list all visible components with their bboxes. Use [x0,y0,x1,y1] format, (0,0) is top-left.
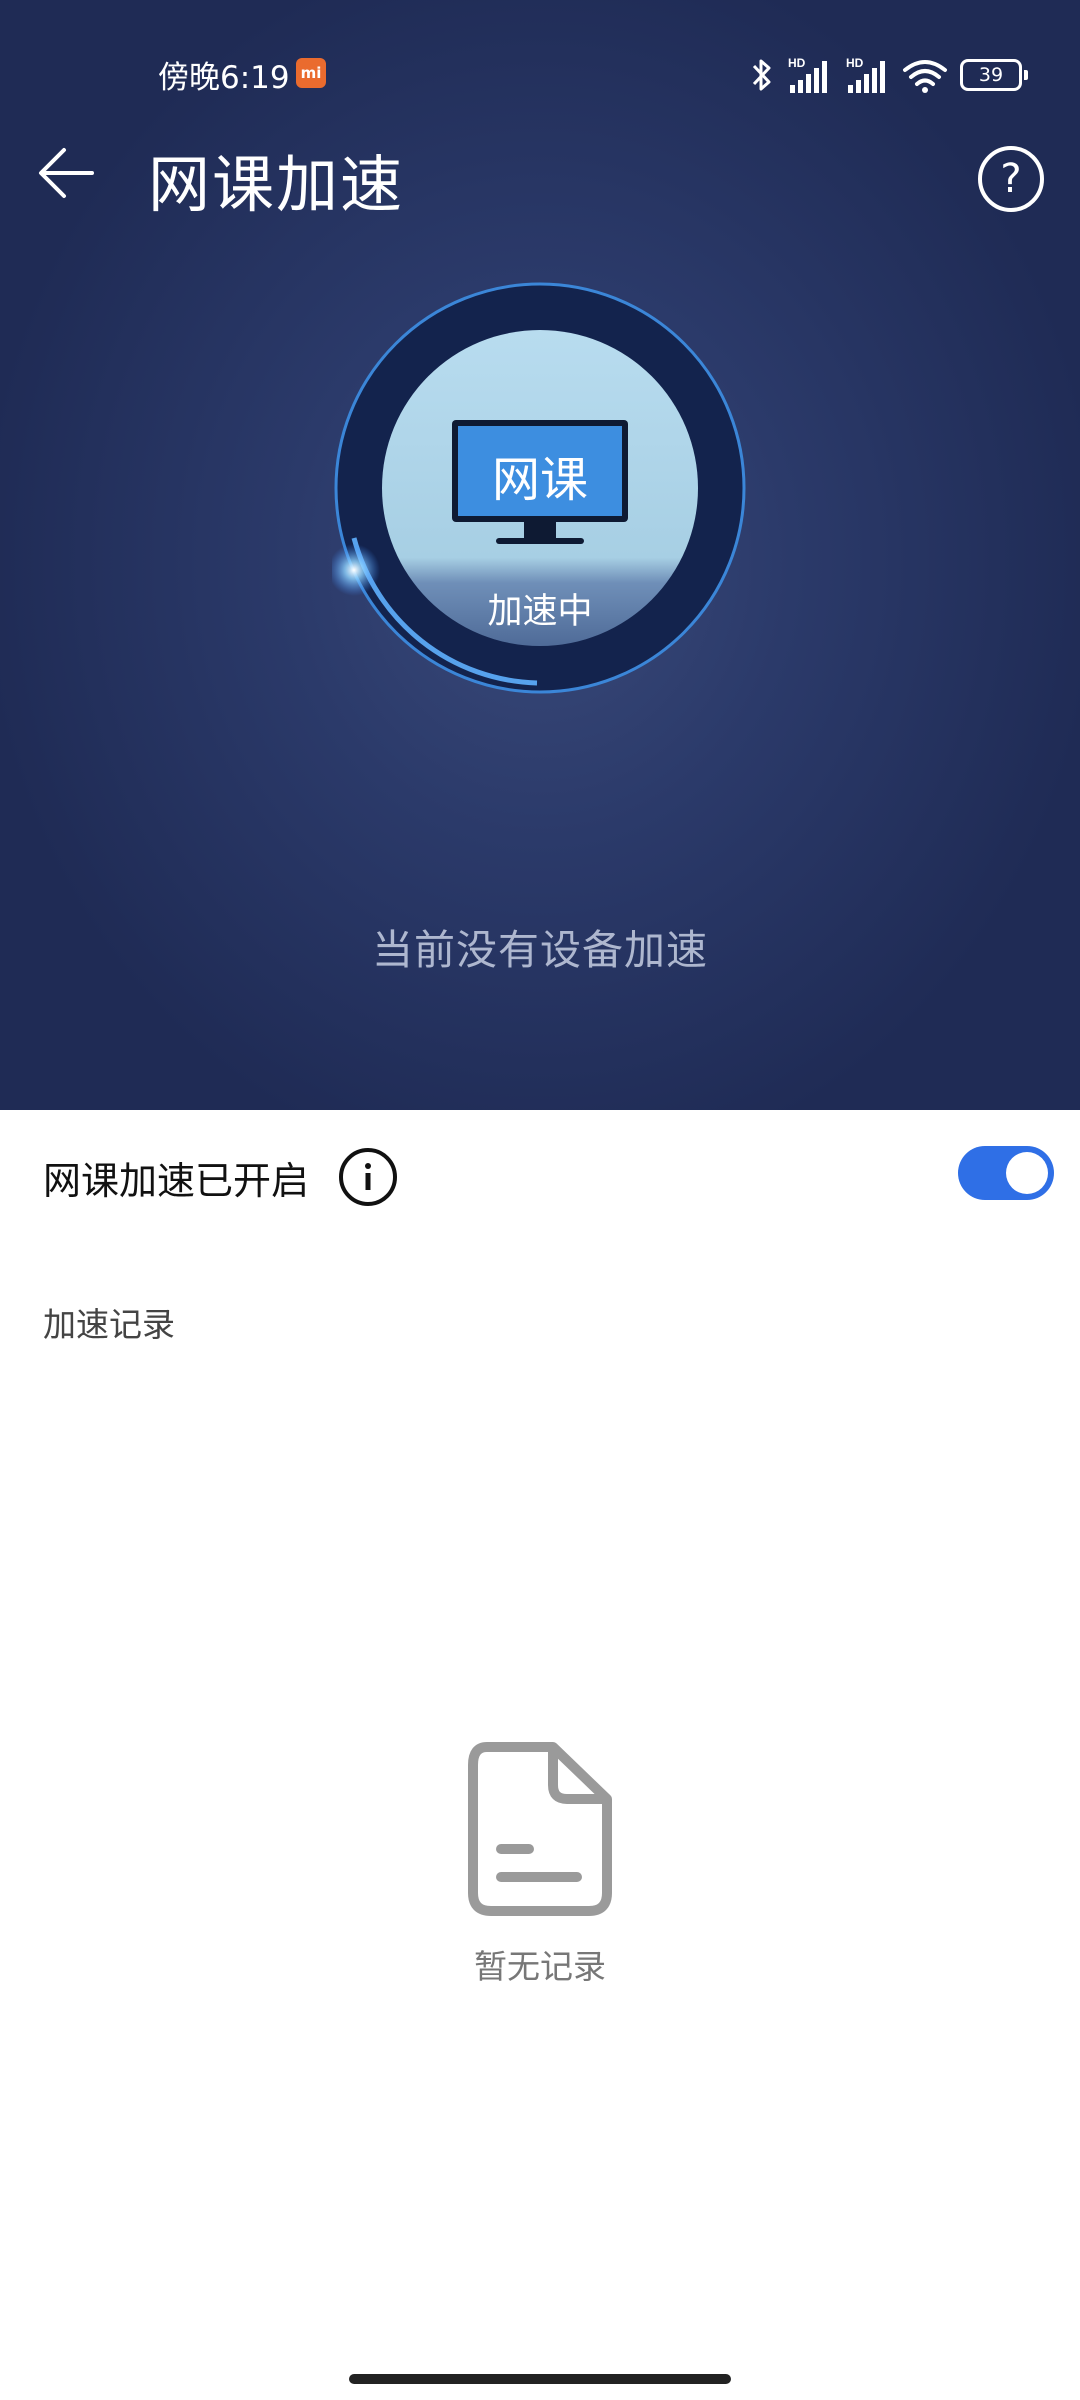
info-icon[interactable] [339,1148,397,1206]
page-title: 网课加速 [148,148,405,221]
acceleration-status: 加速中 [487,592,593,632]
back-button[interactable] [34,140,100,206]
switch-label: 网课加速已开启 [43,1159,310,1203]
records-section-label: 加速记录 [43,1305,175,1344]
arrow-left-icon [39,148,94,198]
cellular-signal-2-icon: HD [846,56,885,93]
no-device-message: 当前没有设备加速 [372,926,708,974]
home-indicator[interactable] [349,2374,731,2384]
acceleration-toggle[interactable] [958,1146,1054,1200]
hd-label-2: HD [846,56,864,70]
status-time: 傍晚6:19 [158,60,290,96]
empty-document-icon [468,1742,612,1916]
empty-records-text: 暂无记录 [474,1947,606,1986]
help-button[interactable]: ? [978,146,1044,212]
question-mark-icon: ? [1000,156,1022,202]
wifi-icon [903,60,947,93]
status-icons: HD HD 39 [750,50,1028,100]
toggle-knob [1006,1152,1048,1194]
cellular-signal-1-icon: HD [788,56,827,93]
hd-label-1: HD [788,56,806,70]
acceleration-switch-row: 网课加速已开启 [0,1110,1080,1240]
status-bar: 傍晚6:19 mi HD HD 39 [0,40,1080,110]
mi-app-icon: mi [296,58,326,88]
monitor-label: 网课 [491,452,588,508]
battery-icon: 39 [960,59,1028,91]
bluetooth-icon [752,59,771,91]
hero-panel: 傍晚6:19 mi HD HD 39 网课加速 ? 网课 加速中 当前没有设备加… [0,0,1080,1110]
